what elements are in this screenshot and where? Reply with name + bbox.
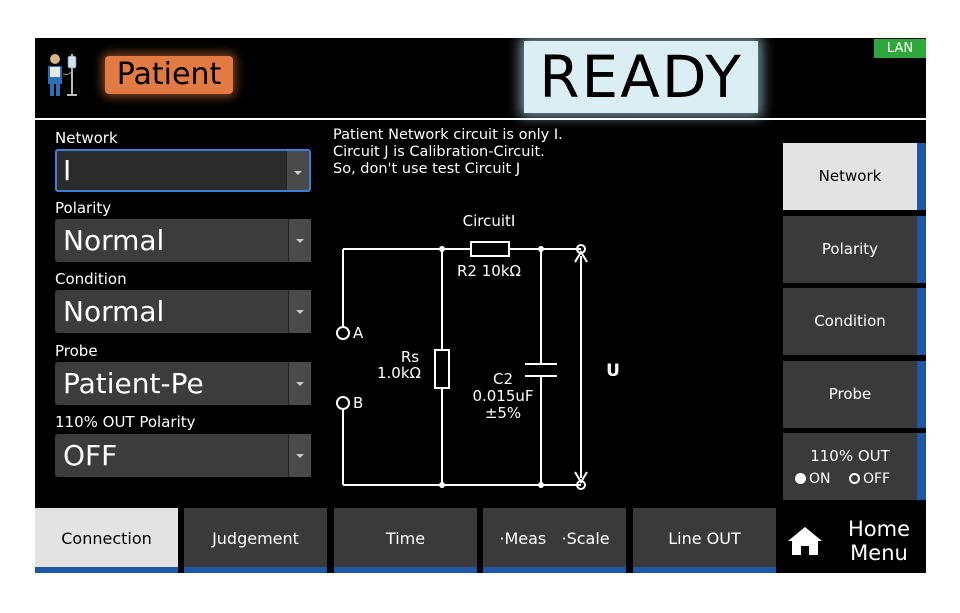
node-a-label: A (353, 324, 364, 342)
menu-probe-label: Probe (828, 385, 872, 403)
r2-label: R2 10kΩ (457, 262, 521, 280)
radio-off[interactable]: OFF (848, 471, 891, 487)
out110-polarity-value: OFF (63, 439, 118, 472)
rs-value: 1.0kΩ (377, 364, 421, 382)
info-line: So, don't use test Circuit J (333, 161, 521, 177)
mode-badge: Patient (105, 56, 233, 94)
menu-110-out-label: 110% OUT (810, 447, 890, 465)
menu-condition-button[interactable]: Condition (783, 288, 926, 355)
polarity-value: Normal (63, 224, 165, 257)
menu-condition-label: Condition (814, 312, 886, 330)
menu-label-line: Menu (850, 541, 908, 565)
chevron-down-icon (288, 434, 311, 477)
menu-network-button[interactable]: Network (783, 143, 926, 210)
chevron-down-icon (288, 362, 311, 405)
out110-polarity-select[interactable]: OFF (55, 434, 311, 477)
menu-polarity-label: Polarity (821, 240, 879, 258)
home-menu-button[interactable]: Home Menu (781, 508, 926, 573)
tester-screen: Patient READY LAN Network I Polarity Nor… (35, 38, 926, 573)
probe-label: Probe (55, 342, 98, 360)
home-label-line: Home (847, 517, 910, 541)
status-banner: READY (524, 41, 758, 113)
chevron-down-icon (288, 219, 311, 262)
polarity-label: Polarity (55, 199, 112, 217)
circuit-diagram: CircuitI R2 10kΩ A B Rs 1.0kΩ C2 0.015uF… (336, 212, 620, 490)
menu-network-label: Network (818, 167, 882, 185)
menu-110-out-button[interactable]: 110% OUT ON OFF (783, 433, 926, 500)
probe-value: Patient-Pe (63, 367, 204, 400)
chevron-down-icon (288, 290, 311, 333)
radio-on-label: ON (809, 471, 831, 487)
condition-label: Condition (55, 270, 127, 288)
tab-connection[interactable]: Connection (35, 508, 178, 573)
network-info-text: Patient Network circuit is only I. Circu… (333, 127, 563, 178)
condition-value: Normal (63, 295, 165, 328)
info-line: Patient Network circuit is only I. (333, 127, 563, 143)
radio-off-label: OFF (862, 471, 891, 487)
home-menu-label: Home Menu (837, 517, 921, 565)
110-out-radio-group: ON OFF (795, 471, 904, 487)
c2-value: 0.015uF (472, 387, 533, 405)
tab-connection-label: Connection (61, 529, 152, 548)
circuit-title: CircuitI (463, 212, 516, 230)
tab-time[interactable]: Time (334, 508, 477, 573)
c2-tolerance: ±5% (485, 404, 521, 422)
probe-select[interactable]: Patient-Pe (55, 362, 311, 405)
tab-meas-scale[interactable]: ·Meas ·Scale (483, 508, 626, 573)
tab-line-out[interactable]: Line OUT (633, 508, 776, 573)
radio-on[interactable]: ON (795, 471, 831, 487)
node-b-label: B (353, 394, 363, 412)
c2-label: C2 (493, 370, 513, 388)
tab-judgement[interactable]: Judgement (184, 508, 327, 573)
lan-status-badge: LAN (874, 39, 926, 58)
header: Patient READY LAN (35, 38, 926, 117)
network-value: I (63, 154, 72, 187)
out110-polarity-label: 110% OUT Polarity (55, 413, 196, 431)
tab-time-label: Time (385, 529, 426, 548)
menu-polarity-button[interactable]: Polarity (783, 216, 926, 283)
tab-judgement-label: Judgement (212, 529, 299, 548)
info-line: Circuit J is Calibration-Circuit. (333, 144, 545, 160)
tab-meas-scale-label: ·Meas ·Scale (499, 529, 610, 548)
u-label: U (606, 361, 620, 381)
condition-select[interactable]: Normal (55, 290, 311, 333)
header-divider (35, 118, 926, 120)
menu-probe-button[interactable]: Probe (783, 361, 926, 428)
radio-unselected-icon (848, 473, 860, 484)
network-label: Network (55, 129, 118, 147)
patient-iv-icon (48, 54, 77, 96)
tab-line-out-label: Line OUT (668, 529, 741, 548)
network-select[interactable]: I (55, 149, 311, 192)
chevron-down-icon (286, 151, 309, 190)
radio-selected-icon (795, 473, 806, 484)
home-icon (788, 527, 822, 555)
polarity-select[interactable]: Normal (55, 219, 311, 262)
